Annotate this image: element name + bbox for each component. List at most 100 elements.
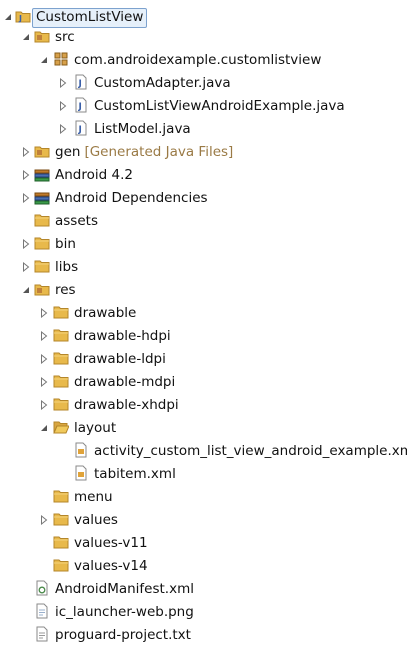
- folder-icon: [34, 212, 50, 228]
- folder-icon: [53, 327, 69, 343]
- tree-item-customlistview[interactable]: J CustomListView: [0, 6, 407, 28]
- collapsed-arrow-icon[interactable]: [58, 77, 68, 89]
- tree-item-label: libs: [55, 259, 79, 275]
- tree-item-values[interactable]: values: [0, 509, 407, 531]
- tree-item-label: bin: [55, 236, 76, 252]
- java-file-icon: J: [73, 120, 89, 136]
- folder-icon: [53, 396, 69, 412]
- library-icon: [34, 166, 50, 182]
- xml-file-icon: [73, 442, 89, 458]
- tree-item-package[interactable]: com.androidexample.customlistview: [0, 49, 407, 71]
- generated-files-decoration: [Generated Java Files]: [84, 144, 234, 160]
- folder-icon: [53, 488, 69, 504]
- tree-item-drawable-xhdpi[interactable]: drawable-xhdpi: [0, 394, 407, 416]
- folder-icon: [53, 304, 69, 320]
- tree-item-layout[interactable]: layout: [0, 417, 407, 439]
- tree-item-label: values-v14: [74, 558, 148, 574]
- image-file-icon: [34, 603, 50, 619]
- folder-icon: [53, 350, 69, 366]
- folder-open-icon: [53, 419, 69, 435]
- expanded-arrow-icon[interactable]: [3, 11, 13, 23]
- tree-item-label: tabitem.xml: [94, 466, 176, 482]
- tree-item-src[interactable]: src: [0, 26, 407, 48]
- manifest-file-icon: [34, 580, 50, 596]
- svg-text:J: J: [78, 102, 82, 112]
- tree-item-label: AndroidManifest.xml: [55, 581, 194, 597]
- tree-item-customlistviewandroidexample-java[interactable]: J CustomListViewAndroidExample.java: [0, 95, 407, 117]
- collapsed-arrow-icon[interactable]: [58, 123, 68, 135]
- tree-item-androidmanifest-xml[interactable]: AndroidManifest.xml: [0, 578, 407, 600]
- tree-item-label: proguard-project.txt: [55, 627, 191, 643]
- collapsed-arrow-icon[interactable]: [21, 169, 31, 181]
- tree-item-res[interactable]: res: [0, 279, 407, 301]
- collapsed-arrow-icon[interactable]: [39, 376, 49, 388]
- tree-item-label: src: [55, 29, 75, 45]
- tree-item-label: values: [74, 512, 118, 528]
- tree-item-gen[interactable]: gen [Generated Java Files]: [0, 141, 407, 163]
- expanded-arrow-icon[interactable]: [39, 422, 49, 434]
- tree-item-customadapter-java[interactable]: J CustomAdapter.java: [0, 72, 407, 94]
- xml-file-icon: [73, 465, 89, 481]
- tree-item-libs[interactable]: libs: [0, 256, 407, 278]
- tree-item-label: drawable-xhdpi: [74, 397, 179, 413]
- tree-item-label: com.androidexample.customlistview: [74, 52, 322, 68]
- tree-item-label: drawable: [74, 305, 137, 321]
- tree-item-ic-launcher-web-png[interactable]: ic_launcher-web.png: [0, 601, 407, 623]
- collapsed-arrow-icon[interactable]: [39, 307, 49, 319]
- tree-item-drawable-mdpi[interactable]: drawable-mdpi: [0, 371, 407, 393]
- tree-item-bin[interactable]: bin: [0, 233, 407, 255]
- collapsed-arrow-icon[interactable]: [58, 100, 68, 112]
- tree-item-proguard-project-txt[interactable]: proguard-project.txt: [0, 624, 407, 646]
- tree-item-values-v14[interactable]: values-v14: [0, 555, 407, 577]
- tree-item-activity-layout-xml[interactable]: activity_custom_list_view_android_exampl…: [0, 440, 407, 462]
- tree-item-label: layout: [74, 420, 117, 436]
- svg-text:J: J: [18, 14, 22, 23]
- tree-item-label: activity_custom_list_view_android_exampl…: [94, 443, 407, 459]
- tree-item-values-v11[interactable]: values-v11: [0, 532, 407, 554]
- tree-item-drawable-hdpi[interactable]: drawable-hdpi: [0, 325, 407, 347]
- expanded-arrow-icon[interactable]: [39, 54, 49, 66]
- java-file-icon: J: [73, 97, 89, 113]
- collapsed-arrow-icon[interactable]: [39, 353, 49, 365]
- tree-item-label: res: [55, 282, 76, 298]
- svg-text:J: J: [78, 79, 82, 89]
- tree-item-label: drawable-hdpi: [74, 328, 171, 344]
- tree-item-label: Android 4.2: [55, 167, 133, 183]
- tree-item-label: menu: [74, 489, 113, 505]
- tree-item-label: values-v11: [74, 535, 148, 551]
- folder-icon: [53, 373, 69, 389]
- collapsed-arrow-icon[interactable]: [39, 399, 49, 411]
- tree-item-android-dependencies[interactable]: Android Dependencies: [0, 187, 407, 209]
- tree-item-label: CustomListViewAndroidExample.java: [94, 98, 345, 114]
- tree-item-label: gen [Generated Java Files]: [55, 143, 233, 161]
- tree-item-android-4-2[interactable]: Android 4.2: [0, 164, 407, 186]
- collapsed-arrow-icon[interactable]: [39, 330, 49, 342]
- collapsed-arrow-icon[interactable]: [21, 146, 31, 158]
- tree-item-listmodel-java[interactable]: J ListModel.java: [0, 118, 407, 140]
- tree-item-label: ic_launcher-web.png: [55, 604, 194, 620]
- source-folder-icon: [34, 143, 50, 159]
- collapsed-arrow-icon[interactable]: [39, 514, 49, 526]
- tree-item-label: drawable-mdpi: [74, 374, 176, 390]
- expanded-arrow-icon[interactable]: [21, 31, 31, 43]
- tree-item-drawable[interactable]: drawable: [0, 302, 407, 324]
- tree-item-menu[interactable]: menu: [0, 486, 407, 508]
- collapsed-arrow-icon[interactable]: [21, 238, 31, 250]
- project-explorer-tree: J CustomListView src com.androidexample.…: [0, 0, 407, 647]
- java-project-icon: J: [15, 8, 31, 24]
- folder-icon: [34, 258, 50, 274]
- library-icon: [34, 189, 50, 205]
- tree-item-drawable-ldpi[interactable]: drawable-ldpi: [0, 348, 407, 370]
- source-folder-icon: [34, 28, 50, 44]
- folder-icon: [34, 235, 50, 251]
- tree-item-label: CustomAdapter.java: [94, 75, 231, 91]
- folder-icon: [53, 557, 69, 573]
- tree-item-label: assets: [55, 213, 98, 229]
- collapsed-arrow-icon[interactable]: [21, 192, 31, 204]
- package-icon: [53, 51, 69, 67]
- tree-item-tabitem-xml[interactable]: tabitem.xml: [0, 463, 407, 485]
- collapsed-arrow-icon[interactable]: [21, 261, 31, 273]
- tree-item-assets[interactable]: assets: [0, 210, 407, 232]
- expanded-arrow-icon[interactable]: [21, 284, 31, 296]
- text-file-icon: [34, 626, 50, 642]
